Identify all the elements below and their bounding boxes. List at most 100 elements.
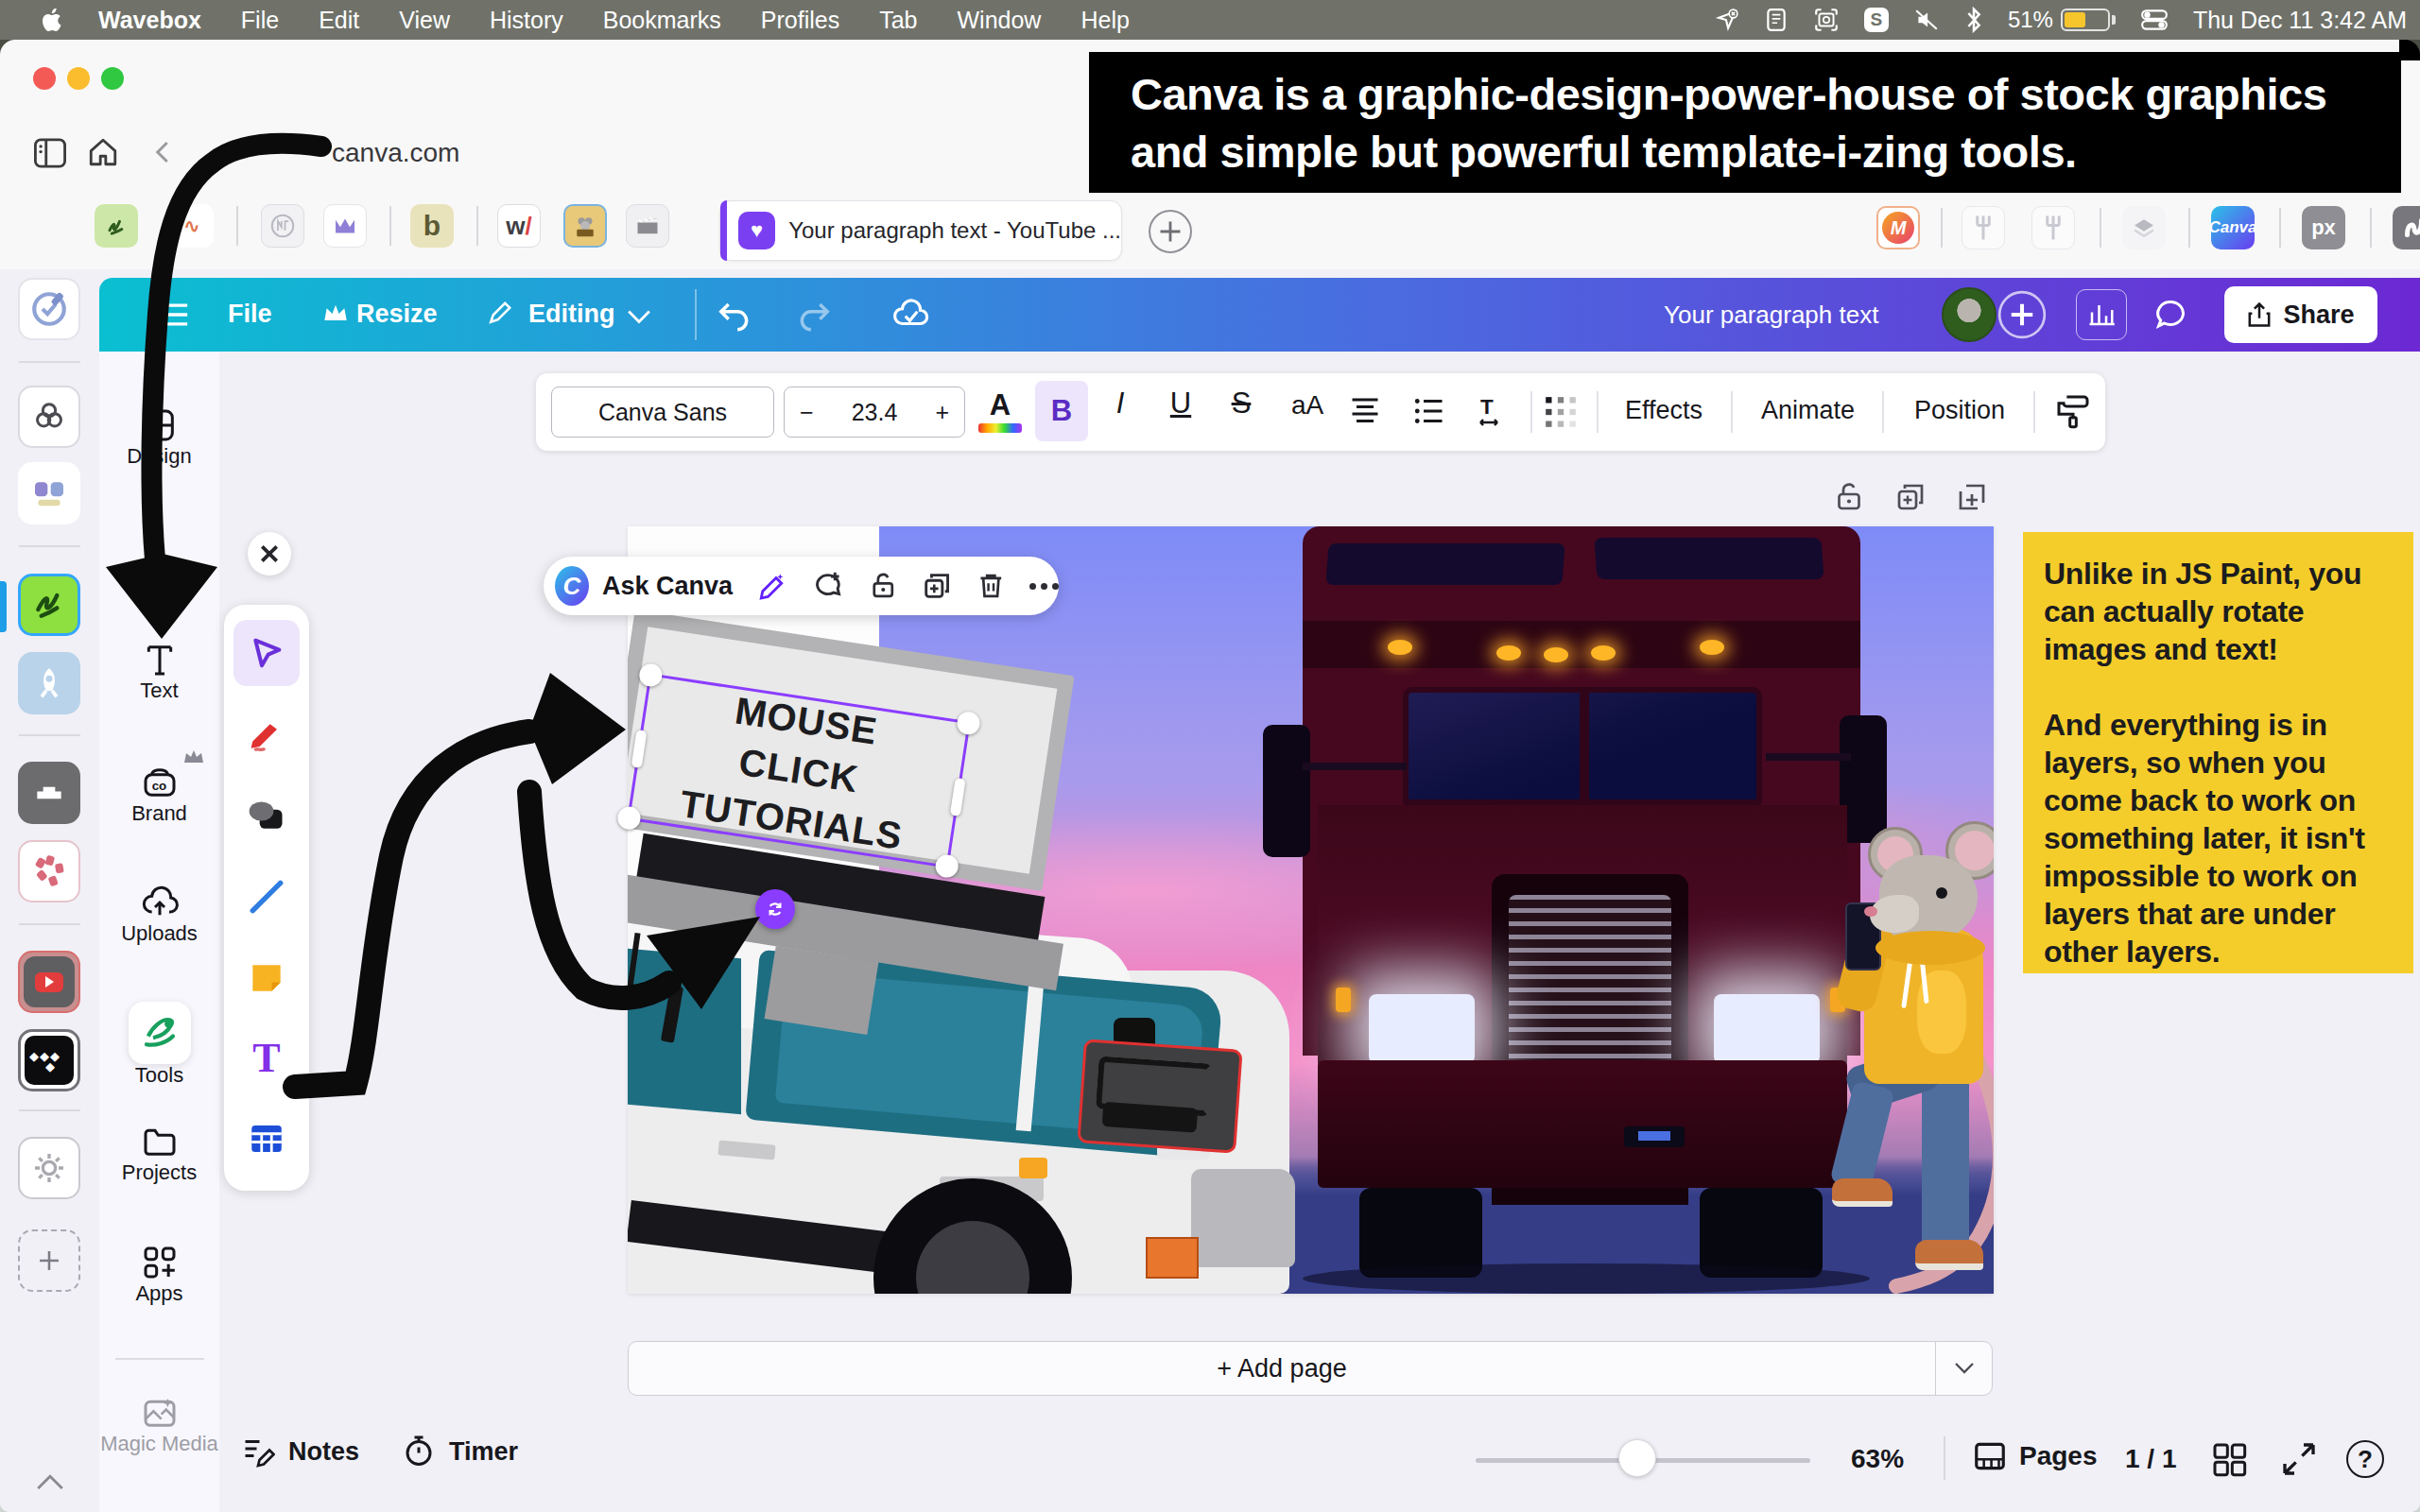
text-case-button[interactable]: aA (1283, 390, 1332, 421)
menu-item-help[interactable]: Help (1080, 7, 1129, 34)
alignment-button[interactable] (1347, 394, 1383, 428)
menu-item-window[interactable]: Window (958, 7, 1042, 34)
pinned-tab-b-icon[interactable]: b (410, 204, 454, 248)
position-button[interactable]: Position (1914, 396, 2005, 425)
app-icon-pinwheel[interactable] (18, 840, 80, 902)
comments-button[interactable] (2146, 289, 2197, 340)
bluetooth-icon[interactable] (1964, 7, 1983, 33)
add-app-button[interactable] (18, 1229, 80, 1292)
add-page-button[interactable]: + Add page (628, 1341, 1993, 1396)
home-icon[interactable] (87, 136, 119, 168)
redo-icon[interactable] (795, 297, 833, 333)
app-icon-youtube[interactable] (18, 951, 80, 1013)
sidebar-item-magic-media[interactable]: Magic Media (99, 1394, 219, 1456)
sidebar-item-uploads[interactable]: Uploads (99, 884, 219, 946)
menu-item-tab[interactable]: Tab (879, 7, 917, 34)
share-button[interactable]: Share (2224, 286, 2377, 343)
duplicate-icon[interactable] (921, 567, 953, 605)
app-icon-tasks[interactable] (18, 278, 80, 340)
font-family-selector[interactable]: Canva Sans (551, 387, 774, 438)
editing-mode-dropdown[interactable]: Editing (528, 300, 614, 329)
notes-status-icon[interactable] (1764, 8, 1789, 32)
effects-button[interactable]: Effects (1625, 396, 1703, 425)
back-icon[interactable] (149, 138, 178, 166)
text-color-button[interactable]: A (978, 388, 1022, 433)
comment-add-icon[interactable] (812, 567, 844, 605)
menu-item-edit[interactable]: Edit (319, 7, 359, 34)
more-options-icon[interactable] (1029, 583, 1059, 590)
app-icon-wavebox-active[interactable] (18, 574, 80, 636)
sidebar-item-text[interactable]: Text (99, 641, 219, 703)
resize-button[interactable]: Resize (356, 300, 438, 329)
menu-item-view[interactable]: View (399, 7, 450, 34)
font-size-minus[interactable]: − (800, 399, 814, 426)
pinned-tab-n-icon[interactable]: ∿ (170, 204, 214, 248)
file-menu-button[interactable]: File (228, 300, 272, 329)
grille-element[interactable] (1077, 1039, 1242, 1153)
ask-canva-label[interactable]: Ask Canva (602, 572, 733, 601)
pinned-tab-mouse-icon[interactable] (563, 204, 607, 248)
fullscreen-icon[interactable] (2280, 1440, 2318, 1478)
shortcuts-icon[interactable]: S (1864, 8, 1889, 32)
minimize-window-button[interactable] (67, 67, 90, 90)
url-text[interactable]: canva.com (332, 138, 459, 168)
sidebar-item-tools-active[interactable] (129, 1002, 191, 1064)
delete-icon[interactable] (976, 567, 1007, 605)
chevron-down-icon[interactable] (627, 308, 651, 325)
copy-style-button[interactable] (2054, 392, 2092, 430)
duplicate-page-icon[interactable] (1893, 480, 1927, 514)
sticky-note[interactable]: Unlike in JS Paint, you can actually rot… (2023, 532, 2413, 973)
grid-view-icon[interactable] (2210, 1440, 2248, 1478)
app-icon-people[interactable] (18, 462, 80, 524)
design-title[interactable]: Your paragraph text (1664, 301, 1878, 330)
pinned-tab-fork2-icon[interactable] (2031, 206, 2075, 249)
menu-item-profiles[interactable]: Profiles (761, 7, 839, 34)
pinned-tab-circle-icon[interactable] (261, 204, 304, 248)
zoom-slider-knob[interactable] (1618, 1439, 1656, 1477)
draw-tool[interactable] (238, 708, 295, 765)
pinned-tab-wave-icon[interactable] (2393, 206, 2420, 249)
pinned-tab-mail-icon[interactable] (323, 204, 367, 248)
sound-muted-icon[interactable] (1913, 8, 1940, 32)
list-button[interactable] (1411, 394, 1447, 428)
app-icon-settings[interactable] (18, 1137, 80, 1199)
app-icon-openai[interactable] (18, 386, 80, 448)
text-tool[interactable]: T (238, 1029, 295, 1086)
sidebar-item-brand[interactable]: co Brand (99, 764, 219, 826)
font-size-stepper[interactable]: − 23.4 + (784, 387, 965, 438)
underline-button[interactable]: U (1162, 387, 1200, 421)
menu-item-wavebox[interactable]: Wavebox (98, 7, 201, 34)
pinned-tab-layers-icon[interactable] (2122, 206, 2166, 249)
table-tool[interactable] (238, 1110, 295, 1167)
zoom-window-button[interactable] (101, 67, 124, 90)
collapse-chevron-icon[interactable] (34, 1471, 66, 1492)
add-page-dropdown[interactable] (1935, 1341, 1992, 1396)
sidebar-toggle-icon[interactable] (34, 138, 66, 168)
control-center-icon[interactable] (2140, 8, 2169, 32)
rotate-handle[interactable] (755, 889, 795, 929)
select-tool[interactable] (238, 625, 295, 681)
pinned-tab-w-icon[interactable]: w/ (497, 204, 541, 248)
sidebar-item-design[interactable]: Design (99, 406, 219, 469)
pinned-tab-wavebox-icon[interactable] (95, 204, 138, 248)
help-button[interactable]: ? (2346, 1440, 2384, 1478)
active-tab[interactable]: ♥ Your paragraph text - YouTube ... (719, 200, 1122, 261)
spacing-button[interactable]: T (1474, 394, 1510, 428)
line-tool[interactable] (238, 868, 295, 925)
add-member-icon[interactable] (1996, 289, 2048, 340)
bold-button[interactable]: B (1035, 381, 1088, 441)
lock-element-icon[interactable] (868, 567, 899, 605)
sidebar-item-apps[interactable]: Apps (99, 1244, 219, 1306)
app-icon-tidal[interactable]: ◆◆◆◆ (18, 1029, 80, 1091)
font-size-plus[interactable]: + (935, 399, 949, 426)
screenshot-icon[interactable] (1813, 8, 1840, 32)
pinned-tab-px-icon[interactable]: px (2302, 206, 2345, 249)
menu-clock[interactable]: Thu Dec 11 3:42 AM (2193, 7, 2407, 34)
menu-item-bookmarks[interactable]: Bookmarks (603, 7, 721, 34)
menu-icon[interactable] (158, 301, 190, 329)
undo-icon[interactable] (716, 297, 753, 333)
pages-button[interactable]: Pages (1972, 1438, 2098, 1474)
insights-button[interactable] (2076, 289, 2127, 340)
apple-menu[interactable] (42, 8, 62, 32)
avatar[interactable] (1942, 287, 1996, 342)
